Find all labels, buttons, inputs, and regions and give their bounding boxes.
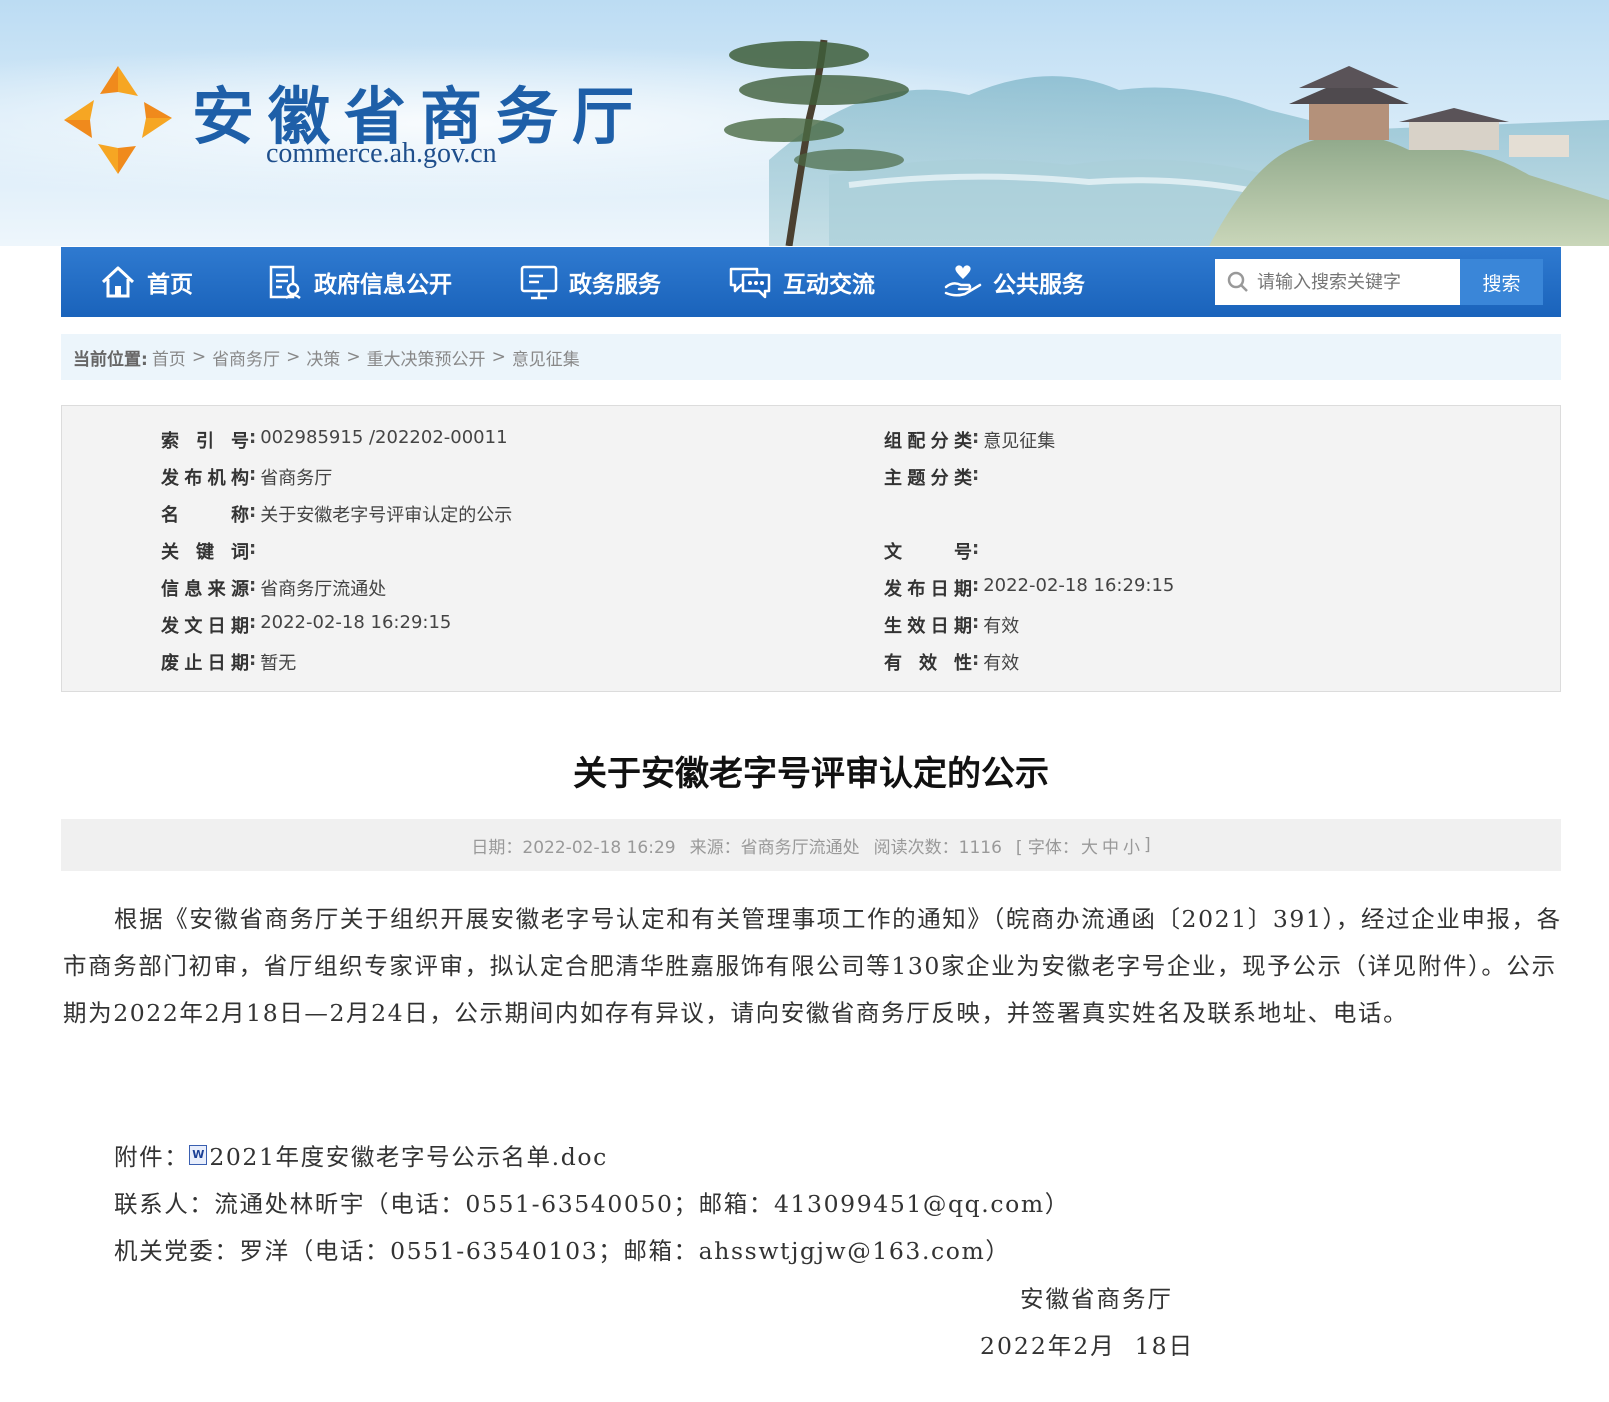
banner-scenery-image <box>724 39 1609 246</box>
main-nav: 首页 政府信息公开 政务服务 互动交流 公共服务 请输入搜索关键字 搜索 <box>61 247 1561 317</box>
breadcrumb-item-opinion[interactable]: 意见征集 <box>512 345 580 370</box>
font-size-suffix: ] <box>1143 835 1151 855</box>
info-value: 省商务厅 <box>260 468 333 489</box>
info-value: 有效 <box>983 653 1020 674</box>
breadcrumb-lead: 当前位置: <box>73 349 148 370</box>
nav-label-gov-service: 政务服务 <box>569 272 661 298</box>
info-row: 主题分类: <box>884 464 980 489</box>
info-key: 文 号 <box>884 542 972 563</box>
breadcrumb-item-dept[interactable]: 省商务厅 <box>212 345 280 370</box>
breadcrumb-separator: > <box>286 347 301 367</box>
article-source: 来源：省商务厅流通处 <box>689 837 860 858</box>
article-body: 根据《安徽省商务厅关于组织开展安徽老字号认定和有关管理事项工作的通知》（皖商办流… <box>63 905 1562 1027</box>
font-size-prefix: [ 字体： <box>1015 837 1079 858</box>
font-size-medium-button[interactable]: 中 <box>1102 833 1119 858</box>
info-row: 信息来源: 省商务厅流通处 <box>161 575 387 600</box>
attachment-label: 附件： <box>114 1143 190 1171</box>
info-value: 有效 <box>983 616 1020 637</box>
breadcrumb-item-major-decision[interactable]: 重大决策预公开 <box>367 345 486 370</box>
home-icon <box>101 266 135 298</box>
info-row: 组配分类: 意见征集 <box>884 427 1056 452</box>
info-key: 组配分类 <box>884 431 972 452</box>
info-key: 发布机构 <box>161 468 249 489</box>
info-row: 关 键 词: <box>161 538 257 563</box>
info-key: 发布日期 <box>884 579 972 600</box>
info-value: 意见征集 <box>983 431 1056 452</box>
info-row: 发文日期:2022-02-18 16:29:15 <box>161 612 452 637</box>
info-row: 有 效 性: 有效 <box>884 649 1020 674</box>
logo-icon <box>64 66 172 174</box>
signature-org: 安徽省商务厅 <box>1020 1285 1173 1313</box>
info-key: 生效日期 <box>884 616 972 637</box>
nav-item-public-service[interactable]: 公共服务 <box>943 247 1085 317</box>
site-url: commerce.ah.gov.cn <box>266 138 497 169</box>
word-doc-icon: W <box>189 1145 208 1165</box>
search-icon <box>1227 271 1248 292</box>
info-key: 信息来源 <box>161 579 249 600</box>
font-size-small-button[interactable]: 小 <box>1123 833 1140 858</box>
chat-icon <box>729 267 771 299</box>
info-value: 暂无 <box>260 653 297 674</box>
attachment-link[interactable]: 2021年度安徽老字号公示名单.doc <box>209 1138 608 1172</box>
info-row: 发布日期:2022-02-18 16:29:15 <box>884 575 1175 600</box>
info-row: 废止日期: 暂无 <box>161 649 297 674</box>
article-views: 阅读次数：1116 <box>873 837 1002 858</box>
breadcrumb-item-decision[interactable]: 决策 <box>306 345 340 370</box>
info-row: 名 称: 关于安徽老字号评审认定的公示 <box>161 501 513 526</box>
search-button[interactable]: 搜索 <box>1460 259 1543 305</box>
info-value: 002985915 /202202-00011 <box>260 427 508 448</box>
breadcrumb-separator: > <box>191 347 207 367</box>
info-value: 省商务厅流通处 <box>260 579 387 600</box>
breadcrumb: 当前位置: 首页 > 省商务厅 > 决策 > 重大决策预公开 > 意见征集 <box>61 334 1561 380</box>
breadcrumb-separator: > <box>346 347 361 367</box>
breadcrumb-separator: > <box>491 347 506 367</box>
article-meta-bar: 日期：2022-02-18 16:29 来源：省商务厅流通处 阅读次数：1116… <box>61 819 1561 871</box>
hand-heart-icon <box>944 265 982 297</box>
nav-item-gov-info[interactable]: 政府信息公开 <box>266 247 452 317</box>
search-input[interactable] <box>1257 271 1457 293</box>
nav-item-gov-service[interactable]: 政务服务 <box>519 247 661 317</box>
attachment-line: 附件： W 2021年度安徽老字号公示名单.doc <box>114 1138 608 1172</box>
info-key: 关 键 词 <box>161 542 249 563</box>
search-box <box>1215 259 1460 305</box>
info-value: 2022-02-18 16:29:15 <box>983 575 1175 596</box>
monitor-icon <box>520 265 558 300</box>
header-banner: 安徽省商务厅 commerce.ah.gov.cn <box>0 0 1609 246</box>
nav-item-interaction[interactable]: 互动交流 <box>727 247 875 317</box>
document-icon <box>269 265 301 299</box>
info-row: 文 号: <box>884 538 980 563</box>
info-key: 名 称 <box>161 505 249 526</box>
contact-line: 联系人：流通处林昕宇（电话：0551-63540050；邮箱：413099451… <box>114 1190 1070 1218</box>
font-size-large-button[interactable]: 大 <box>1081 833 1098 858</box>
info-key: 主题分类 <box>884 468 972 489</box>
breadcrumb-item-home[interactable]: 首页 <box>152 345 186 370</box>
nav-label-gov-info: 政府信息公开 <box>314 272 452 298</box>
info-key: 废止日期 <box>161 653 249 674</box>
info-key: 有 效 性 <box>884 653 972 674</box>
info-value: 关于安徽老字号评审认定的公示 <box>260 505 513 526</box>
article-title: 关于安徽老字号评审认定的公示 <box>573 754 1049 794</box>
nav-label-public-service: 公共服务 <box>993 272 1085 298</box>
info-row: 生效日期: 有效 <box>884 612 1020 637</box>
info-key: 索 引 号 <box>161 431 249 452</box>
article-date: 日期：2022-02-18 16:29 <box>471 837 676 858</box>
document-info-table: 索 引 号:002985915 /202202-00011 发布机构: 省商务厅 … <box>61 405 1561 692</box>
info-row: 发布机构: 省商务厅 <box>161 464 333 489</box>
info-key: 发文日期 <box>161 616 249 637</box>
nav-label-interaction: 互动交流 <box>783 272 875 298</box>
party-committee-line: 机关党委：罗洋（电话：0551-63540103；邮箱：ahsswtjgjw@1… <box>114 1237 1011 1265</box>
nav-item-home[interactable]: 首页 <box>99 247 193 317</box>
info-value: 2022-02-18 16:29:15 <box>260 612 452 633</box>
info-row: 索 引 号:002985915 /202202-00011 <box>161 427 508 452</box>
nav-label-home: 首页 <box>147 272 193 298</box>
signature-date: 2022年2月 18日 <box>980 1332 1195 1360</box>
